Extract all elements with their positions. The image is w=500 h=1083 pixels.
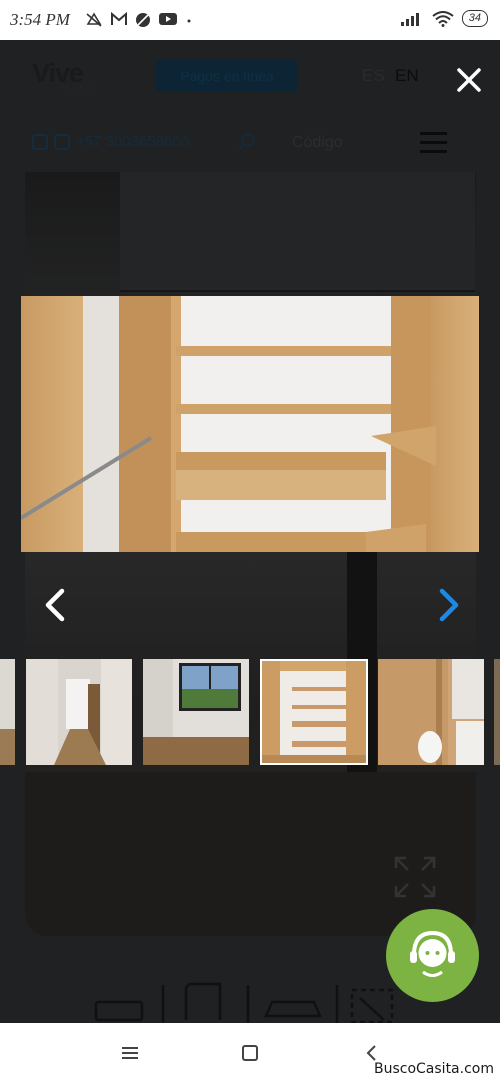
menu-icon[interactable] (120, 1043, 140, 1063)
status-bar: 3:54 PM 34 (0, 0, 500, 40)
lang-en: EN (395, 66, 419, 85)
hamburger-menu-icon (420, 132, 447, 153)
instagram-icon (54, 133, 70, 150)
background-property-photo (25, 172, 476, 936)
previous-image-button[interactable] (40, 588, 70, 622)
thumbnail-partial-left[interactable] (0, 659, 15, 765)
status-time: 3:54 PM (10, 10, 70, 29)
signal-icon (400, 12, 419, 26)
support-chat-button[interactable] (386, 909, 479, 1002)
home-icon[interactable] (240, 1043, 260, 1063)
headset-agent-icon (410, 930, 455, 977)
close-lightbox-button[interactable] (455, 66, 483, 94)
battery-indicator: 34 (461, 10, 488, 27)
blocked-icon (136, 13, 150, 27)
lang-es: ES (362, 66, 385, 85)
thumbnail-partial-right[interactable] (494, 659, 500, 765)
notification-icons (85, 12, 193, 28)
lightbox-main-image (21, 296, 479, 552)
thumbnail-closet-shelves[interactable] (260, 659, 368, 765)
youtube-icon (159, 13, 177, 25)
thumbnail-bedroom-window[interactable] (143, 659, 249, 765)
contact-bar: +57 3003658666 (32, 133, 189, 150)
thumbnail-strip (0, 659, 500, 765)
expand-icon (394, 856, 436, 898)
site-logo: Vive Inmobiliaria (32, 58, 96, 91)
muted-icon (86, 12, 102, 27)
watermark: BuscoCasita.com (374, 1061, 494, 1077)
thumbnail-bathroom[interactable] (378, 659, 484, 765)
android-navigation-bar: BuscoCasita.com (0, 1023, 500, 1083)
back-icon[interactable] (362, 1043, 382, 1063)
pay-online-button: Pagos en línea (156, 60, 298, 92)
next-image-button[interactable] (434, 588, 464, 622)
phone-number: +57 3003658666 (76, 133, 190, 150)
thumbnail-hallway[interactable] (26, 659, 132, 765)
dot-icon (187, 19, 191, 23)
gmail-icon (111, 12, 127, 25)
code-search-field: Código (292, 134, 343, 151)
search-icon (238, 133, 255, 151)
wifi-icon (432, 10, 454, 27)
facebook-icon (32, 133, 48, 150)
